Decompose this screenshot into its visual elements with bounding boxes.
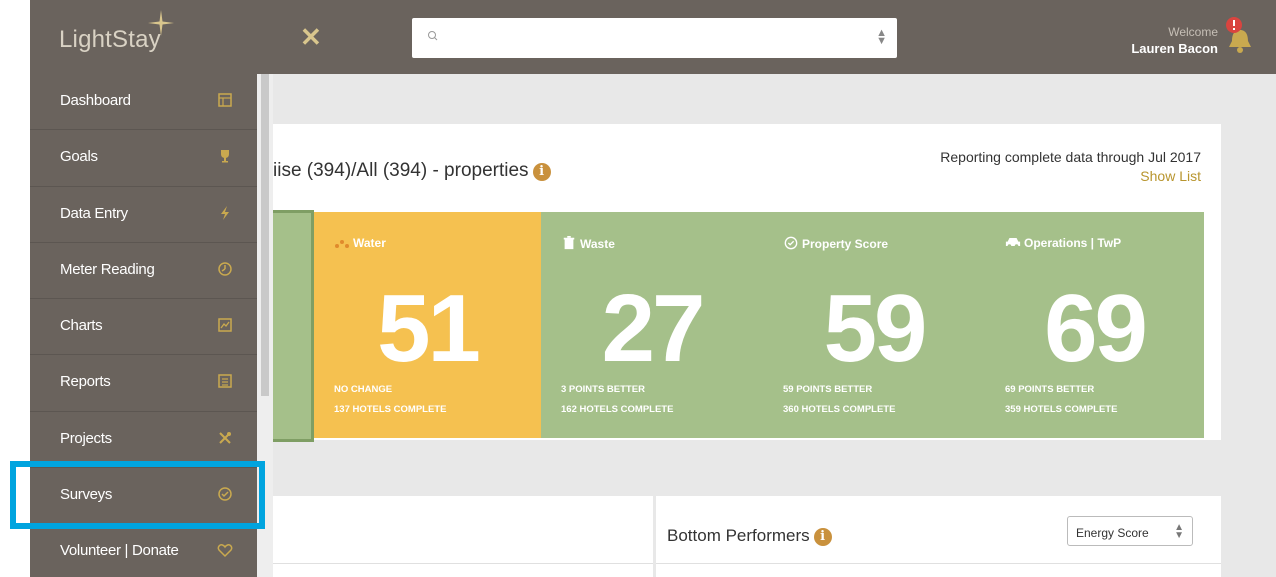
top-performers-card <box>273 496 653 577</box>
page-title: iise (394)/All (394) - properties i <box>273 160 551 182</box>
car-icon <box>1005 238 1021 248</box>
metric-value: 27 <box>601 275 706 382</box>
score-type-select[interactable]: Energy Score ▲ ▼ <box>1067 516 1193 546</box>
info-icon[interactable]: i <box>813 528 832 546</box>
dashboard-icon <box>218 93 232 107</box>
user-name[interactable]: Lauren Bacon <box>1090 41 1218 56</box>
select-value: Energy Score <box>1076 526 1149 540</box>
sidebar-item-label: Dashboard <box>60 92 131 109</box>
trash-icon <box>563 236 575 250</box>
metric-property-score[interactable]: Property Score 59 59 POINTS BETTER 360 H… <box>763 212 985 438</box>
metric-change: 3 POINTS BETTER <box>561 384 645 395</box>
metric-complete: 137 HOTELS COMPLETE <box>334 404 447 415</box>
divider <box>273 563 653 564</box>
metric-value: 59 <box>823 275 928 382</box>
metric-complete: 162 HOTELS COMPLETE <box>561 404 674 415</box>
welcome-text: Welcome <box>1168 25 1218 39</box>
sidebar-item-label: Charts <box>60 317 103 335</box>
metric-change: 59 POINTS BETTER <box>783 384 873 395</box>
chart-icon <box>218 318 232 332</box>
metric-complete: 359 HOTELS COMPLETE <box>1005 404 1118 415</box>
top-bar: LightStay ✕ ▲ ▼ Welcome Lauren Bacon <box>30 0 1276 74</box>
sidebar-item-label: Goals <box>60 148 98 166</box>
reporting-text: Reporting complete data through Jul 2017 <box>940 149 1201 165</box>
select-arrows-icon: ▲ ▼ <box>1174 522 1184 541</box>
check-circle-icon <box>218 487 232 501</box>
sidebar-scrollbar[interactable] <box>257 74 273 577</box>
page-title-text: iise (394)/All (394) - properties <box>273 160 529 181</box>
trophy-icon <box>221 150 229 163</box>
gauge-icon <box>218 262 232 276</box>
report-icon <box>218 374 232 389</box>
metric-water[interactable]: Water 51 NO CHANGE 137 HOTELS COMPLETE <box>314 212 541 438</box>
logo[interactable]: LightStay <box>59 26 161 54</box>
water-drops-icon <box>335 240 349 248</box>
sidebar-item-label: Data Entry <box>60 204 128 222</box>
check-circle-icon <box>784 236 798 250</box>
metric-title: Water <box>334 236 386 250</box>
sidebar-item-volunteer-donate[interactable]: Volunteer | Donate <box>30 524 257 577</box>
close-sidebar-button[interactable]: ✕ <box>300 22 322 53</box>
metric-waste[interactable]: Waste 27 3 POINTS BETTER 162 HOTELS COMP… <box>541 212 763 438</box>
select-arrows-icon: ▲ ▼ <box>876 27 887 47</box>
metric-value: 51 <box>377 275 481 382</box>
search-icon <box>428 31 438 41</box>
sidebar-item-data-entry[interactable]: Data Entry <box>30 187 257 243</box>
sidebar-item-label: Projects <box>60 429 112 447</box>
sidebar-item-charts[interactable]: Charts <box>30 299 257 356</box>
property-search-select[interactable]: ▲ ▼ <box>412 18 897 58</box>
sidebar-item-meter-reading[interactable]: Meter Reading <box>30 243 257 300</box>
sidebar-item-label: Meter Reading <box>60 260 155 278</box>
info-icon[interactable]: i <box>532 163 551 181</box>
sidebar-item-label: Volunteer | Donate <box>60 542 179 560</box>
metric-title: Waste <box>561 236 615 251</box>
sidebar-item-goals[interactable]: Goals <box>30 130 257 187</box>
metric-change: 69 POINTS BETTER <box>1005 384 1095 395</box>
metric-value: 69 <box>1044 275 1148 382</box>
sidebar-item-projects[interactable]: Projects <box>30 412 257 469</box>
sidebar-item-surveys[interactable]: Surveys <box>30 468 257 525</box>
lightning-icon <box>221 205 229 220</box>
sidebar: Dashboard Goals Data Entry Meter Reading… <box>30 74 257 577</box>
sidebar-item-label: Reports <box>60 373 111 391</box>
bottom-performers-title: Bottom Performers i <box>667 526 832 546</box>
metric-change: NO CHANGE <box>334 384 393 395</box>
tools-icon <box>219 431 231 444</box>
metric-title: Property Score <box>783 236 888 251</box>
main-content: iise (394)/All (394) - properties i Repor… <box>273 74 1276 577</box>
sidebar-item-dashboard[interactable]: Dashboard <box>30 74 257 131</box>
heart-icon <box>217 544 233 558</box>
energy-tile-partial[interactable] <box>273 210 314 442</box>
show-list-link[interactable]: Show List <box>1101 168 1201 184</box>
sidebar-item-reports[interactable]: Reports <box>30 355 257 412</box>
sidebar-item-label: Surveys <box>60 486 113 504</box>
logo-star-icon <box>148 10 174 36</box>
bottom-performers-card: Bottom Performers i Energy Score ▲ ▼ <box>656 496 1221 577</box>
metric-title: Operations | TwP <box>1005 236 1121 250</box>
scrollbar-thumb[interactable] <box>261 74 269 396</box>
notification-bell-icon[interactable] <box>1224 16 1256 56</box>
metric-operations[interactable]: Operations | TwP 69 69 POINTS BETTER 359… <box>985 212 1204 438</box>
divider <box>656 563 1221 564</box>
metric-complete: 360 HOTELS COMPLETE <box>783 404 896 415</box>
